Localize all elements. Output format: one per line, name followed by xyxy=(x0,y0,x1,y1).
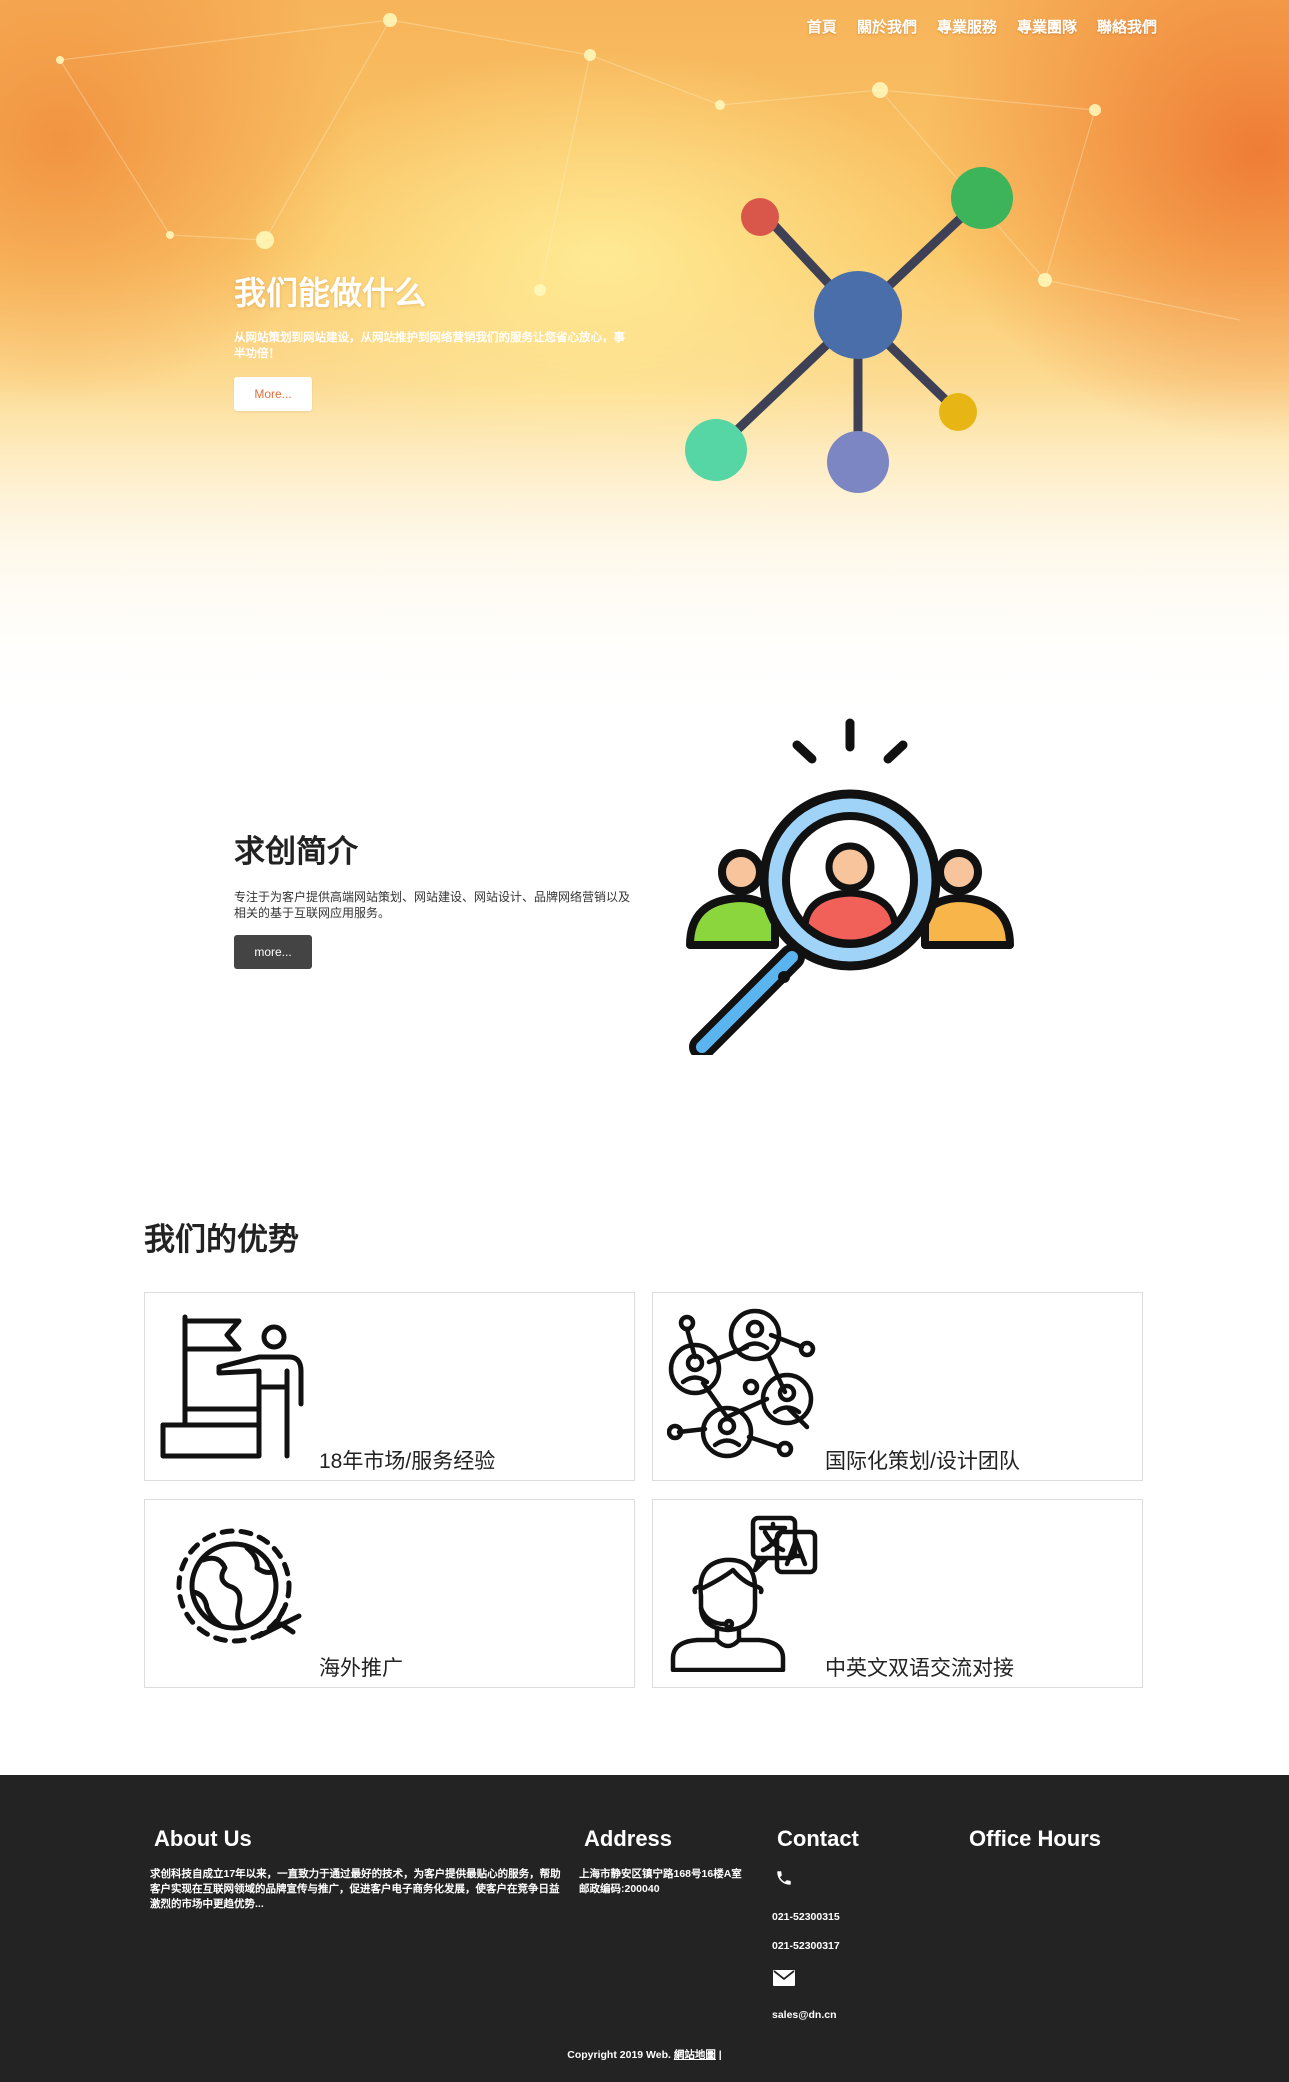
network-hub-icon xyxy=(685,167,1013,493)
nav-services[interactable]: 專業服務 xyxy=(937,16,997,37)
site-footer: About Us 求创科技自成立17年以来，一直致力于通过最好的技术，为客户提供… xyxy=(0,1775,1289,2082)
hero-fade-overlay xyxy=(0,380,1289,725)
bilingual-support-icon xyxy=(670,1515,818,1672)
hero-title: 我们能做什么 xyxy=(234,275,427,311)
copyright-separator: | xyxy=(718,2049,722,2061)
team-network-icon xyxy=(667,1308,816,1459)
advantages-title: 我们的优势 xyxy=(144,1222,299,1257)
footer-contact-title: Contact xyxy=(777,1826,859,1851)
main-nav: 首頁 關於我們 專業服務 專業團隊 聯絡我們 xyxy=(807,16,1157,37)
flag-summit-icon xyxy=(160,1314,304,1459)
footer-phone-1[interactable]: 021-52300315 xyxy=(772,1910,840,1925)
advantage-card-overseas: 海外推广 xyxy=(144,1499,635,1688)
email-icon xyxy=(773,1970,795,1986)
advantage-label-team: 国际化策划/设计团队 xyxy=(825,1450,1020,1473)
globe-plane-icon xyxy=(176,1528,302,1644)
footer-phone-2[interactable]: 021-52300317 xyxy=(772,1939,840,1954)
hero-description: 从网站策划到网站建设，从网站推护到网络营销我们的服务让您省心放心，事半功倍！ xyxy=(234,332,625,360)
about-more-button[interactable]: more... xyxy=(234,935,312,969)
phone-icon xyxy=(777,1871,791,1885)
advantage-label-overseas: 海外推广 xyxy=(319,1657,403,1680)
advantage-card-team: 国际化策划/设计团队 xyxy=(652,1292,1143,1481)
copyright-text: Copyright 2019 Web. xyxy=(567,2049,671,2061)
footer-about-title: About Us xyxy=(154,1826,252,1851)
nav-contact[interactable]: 聯絡我們 xyxy=(1097,16,1157,37)
footer-hours-title: Office Hours xyxy=(969,1826,1102,1851)
footer-copyright: Copyright 2019 Web. 網站地圖 | xyxy=(0,2047,1289,2062)
advantage-label-experience: 18年市场/服务经验 xyxy=(319,1450,496,1473)
footer-about-text: 求创科技自成立17年以来，一直致力于通过最好的技术，为客户提供最贴心的服务，帮助… xyxy=(150,1868,561,1910)
sitemap-link[interactable]: 網站地圖 xyxy=(674,2049,716,2061)
nav-team[interactable]: 專業團隊 xyxy=(1017,16,1077,37)
hero-banner: 首頁 關於我們 專業服務 專業團隊 聯絡我們 我们能做什么 从网站策划到网站建设… xyxy=(0,0,1289,725)
nav-about-us[interactable]: 關於我們 xyxy=(857,16,917,37)
people-magnifier-icon xyxy=(686,718,1014,1055)
footer-email[interactable]: sales@dn.cn xyxy=(772,2008,837,2023)
advantage-card-experience: 18年市场/服务经验 xyxy=(144,1292,635,1481)
advantage-label-bilingual: 中英文双语交流对接 xyxy=(825,1657,1014,1680)
about-description: 专注于为客户提供高端网站策划、网站建设、网站设计、品牌网络营销以及相关的基于互联… xyxy=(234,890,631,920)
advantage-card-bilingual: 中英文双语交流对接 xyxy=(652,1499,1143,1688)
footer-address-line2: 邮政编码:200040 xyxy=(579,1883,660,1895)
footer-address-line1: 上海市静安区镇宁路168号16楼A室 xyxy=(579,1868,742,1880)
about-title: 求创简介 xyxy=(234,834,358,869)
hero-more-button[interactable]: More... xyxy=(234,377,312,411)
footer-address-title: Address xyxy=(584,1826,673,1851)
nav-home[interactable]: 首頁 xyxy=(807,16,837,37)
